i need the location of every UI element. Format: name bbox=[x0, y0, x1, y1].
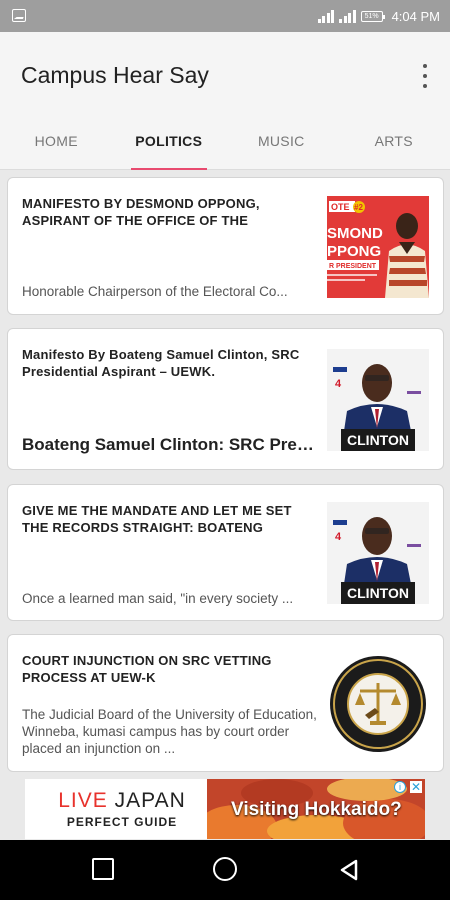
judicial-seal-icon bbox=[327, 653, 429, 755]
app-bar: Campus Hear Say HOME POLITICS MUSIC ARTS bbox=[0, 32, 450, 170]
app-title: Campus Hear Say bbox=[21, 62, 209, 88]
status-bar: 51% 4:04 PM bbox=[0, 0, 450, 32]
article-card-mandate[interactable]: GIVE ME THE MANDATE AND LET ME SET THE R… bbox=[7, 484, 444, 621]
poster-name-2: PPONG bbox=[327, 243, 381, 260]
clock: 4:04 PM bbox=[391, 8, 440, 24]
poster-number: #2 bbox=[354, 203, 363, 212]
tab-music[interactable]: MUSIC bbox=[225, 122, 338, 170]
article-title: MANIFESTO BY DESMOND OPPONG, ASPIRANT OF… bbox=[22, 196, 260, 228]
article-thumbnail-judicial-seal bbox=[327, 653, 429, 755]
ad-image: Visiting Hokkaido? i ✕ bbox=[207, 779, 425, 839]
back-button-icon[interactable] bbox=[338, 859, 360, 881]
desmond-poster-image: OTE #2 SMOND PPONG R PRESIDENT bbox=[327, 196, 429, 298]
home-button-icon[interactable] bbox=[213, 857, 237, 881]
poster-name-1: SMOND bbox=[327, 225, 383, 242]
article-title: COURT INJUNCTION ON SRC VETTING PROCESS … bbox=[22, 653, 272, 685]
clinton-poster-image: 4 CLINTON bbox=[327, 349, 429, 451]
gallery-notification-icon bbox=[12, 9, 26, 22]
article-snippet: Boateng Samuel Clinton: SRC Presid... bbox=[22, 435, 320, 454]
category-tabs: HOME POLITICS MUSIC ARTS bbox=[0, 122, 450, 170]
tab-home[interactable]: HOME bbox=[0, 122, 113, 170]
poster-clinton-name: CLINTON bbox=[347, 432, 409, 448]
article-snippet: The Judicial Board of the University of … bbox=[22, 707, 317, 756]
article-card-desmond-oppong[interactable]: MANIFESTO BY DESMOND OPPONG, ASPIRANT OF… bbox=[7, 177, 444, 315]
poster-clinton-name-2: CLINTON bbox=[347, 585, 409, 601]
battery-icon: 51% bbox=[360, 10, 385, 22]
poster-vote-text: OTE bbox=[331, 202, 350, 212]
svg-text:4: 4 bbox=[335, 378, 342, 390]
article-card-court-injunction[interactable]: COURT INJUNCTION ON SRC VETTING PROCESS … bbox=[7, 634, 444, 772]
signal-1-icon bbox=[317, 9, 335, 23]
poster-role: R PRESIDENT bbox=[329, 263, 377, 270]
article-snippet: Honorable Chairperson of the Electoral C… bbox=[22, 284, 288, 299]
recents-button-icon[interactable] bbox=[92, 858, 114, 880]
ad-info-icon[interactable]: i bbox=[394, 781, 406, 793]
article-title: Manifesto By Boateng Samuel Clinton, SRC… bbox=[22, 347, 300, 379]
ad-close-icon[interactable]: ✕ bbox=[410, 781, 422, 793]
svg-text:4: 4 bbox=[335, 531, 342, 543]
article-card-boateng-manifesto[interactable]: Manifesto By Boateng Samuel Clinton, SRC… bbox=[7, 328, 444, 470]
ad-subtitle: PERFECT GUIDE bbox=[66, 815, 178, 829]
ad-headline: Visiting Hokkaido? bbox=[231, 799, 402, 820]
article-snippet: Once a learned man said, "in every socie… bbox=[22, 591, 294, 606]
article-title: GIVE ME THE MANDATE AND LET ME SET THE R… bbox=[22, 503, 292, 535]
article-thumbnail-clinton: 4 CLINTON bbox=[327, 349, 429, 451]
tab-politics[interactable]: POLITICS bbox=[113, 122, 226, 170]
ad-controls: i ✕ bbox=[394, 781, 422, 793]
signal-2-icon bbox=[339, 9, 356, 23]
clinton-poster-image-2: 4 CLINTON bbox=[327, 502, 429, 604]
status-icons: 51% 4:04 PM bbox=[317, 7, 440, 25]
ad-banner[interactable]: LIVE JAPAN PERFECT GUIDE Visiting Hokkai… bbox=[25, 779, 425, 839]
system-navigation-bar bbox=[0, 840, 450, 900]
ad-brand-red: LIVE bbox=[58, 789, 108, 812]
ad-brand-block: LIVE JAPAN PERFECT GUIDE bbox=[37, 789, 207, 829]
article-thumbnail-clinton-2: 4 CLINTON bbox=[327, 502, 429, 604]
overflow-menu-icon[interactable] bbox=[418, 64, 432, 88]
ad-brand: LIVE JAPAN bbox=[37, 789, 207, 813]
article-thumbnail-desmond: OTE #2 SMOND PPONG R PRESIDENT bbox=[327, 196, 429, 298]
tab-arts[interactable]: ARTS bbox=[338, 122, 450, 170]
ad-brand-rest: JAPAN bbox=[114, 789, 186, 812]
